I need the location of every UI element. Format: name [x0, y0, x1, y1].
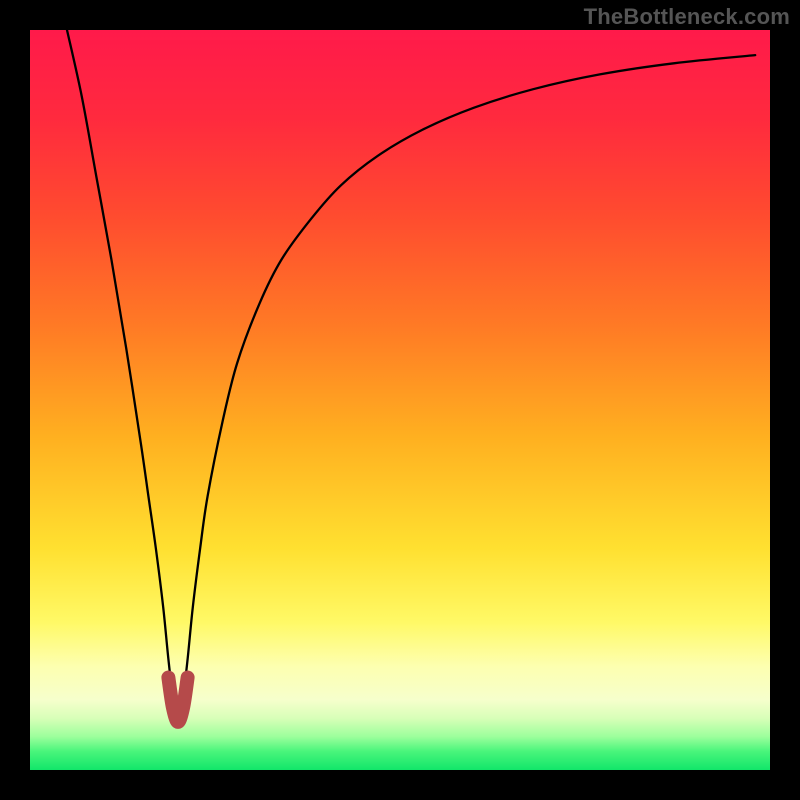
attribution-text: TheBottleneck.com: [584, 4, 790, 30]
bottleneck-chart: [30, 30, 770, 770]
outer-frame: TheBottleneck.com: [0, 0, 800, 800]
plot-area: [30, 30, 770, 770]
